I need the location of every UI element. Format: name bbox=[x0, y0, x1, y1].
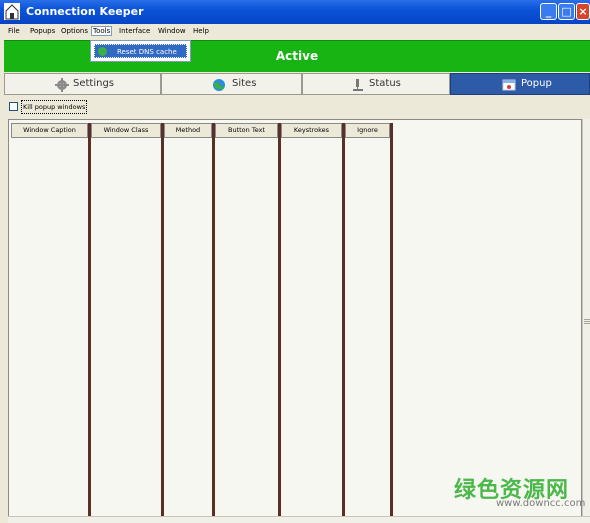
col-button-text[interactable]: Button Text bbox=[215, 123, 278, 138]
menu-tools[interactable]: Tools bbox=[90, 26, 113, 36]
menu-window[interactable]: Window bbox=[158, 27, 186, 35]
scroll-grip bbox=[584, 319, 590, 320]
col-keystrokes[interactable]: Keystrokes bbox=[281, 123, 342, 138]
column-divider[interactable] bbox=[278, 123, 281, 523]
scroll-grip bbox=[584, 323, 590, 324]
minimize-button[interactable]: _ bbox=[540, 3, 557, 20]
tools-dropdown-menu: Reset DNS cache bbox=[90, 40, 191, 62]
popup-icon bbox=[502, 79, 516, 91]
tab-settings[interactable]: Settings bbox=[4, 73, 161, 95]
app-house-icon bbox=[4, 3, 20, 20]
tab-status-label: Status bbox=[369, 78, 401, 89]
tab-status[interactable]: Status bbox=[302, 73, 450, 95]
tab-sites-label: Sites bbox=[232, 78, 257, 89]
tab-bar: Settings Sites Status Popup bbox=[4, 73, 590, 95]
reset-dns-cache-label: Reset DNS cache bbox=[117, 48, 177, 56]
menu-file[interactable]: File bbox=[8, 27, 20, 35]
window-title: Connection Keeper bbox=[26, 5, 144, 18]
dns-icon bbox=[98, 47, 107, 56]
col-window-class[interactable]: Window Class bbox=[91, 123, 161, 138]
menu-help[interactable]: Help bbox=[193, 27, 209, 35]
column-divider[interactable] bbox=[212, 123, 215, 523]
menu-options[interactable]: Options bbox=[61, 27, 88, 35]
tab-popup[interactable]: Popup bbox=[450, 73, 590, 95]
column-divider[interactable] bbox=[161, 123, 164, 523]
column-divider[interactable] bbox=[342, 123, 345, 523]
col-method[interactable]: Method bbox=[164, 123, 212, 138]
tab-settings-label: Settings bbox=[73, 78, 115, 89]
tab-sites[interactable]: Sites bbox=[161, 73, 302, 95]
menu-popups[interactable]: Popups bbox=[30, 27, 55, 35]
col-window-caption[interactable]: Window Caption bbox=[11, 123, 88, 138]
close-button[interactable]: × bbox=[576, 3, 590, 20]
tab-popup-label: Popup bbox=[521, 78, 552, 89]
scroll-grip bbox=[584, 321, 590, 322]
column-divider[interactable] bbox=[88, 123, 91, 523]
watermark-url: www.downcc.com bbox=[496, 498, 586, 509]
vertical-scrollbar[interactable] bbox=[582, 119, 590, 516]
reset-dns-cache-item[interactable]: Reset DNS cache bbox=[94, 44, 187, 58]
menu-interface[interactable]: Interface bbox=[119, 27, 150, 35]
microscope-icon bbox=[353, 79, 363, 91]
title-bar[interactable]: Connection Keeper _ □ × bbox=[0, 0, 590, 24]
menu-bar: File Popups Options Tools Interface Wind… bbox=[0, 24, 590, 40]
maximize-button[interactable]: □ bbox=[558, 3, 575, 20]
kill-popups-label[interactable]: Kill popup windows bbox=[21, 100, 88, 114]
col-ignore[interactable]: Ignore bbox=[345, 123, 390, 138]
gear-icon bbox=[55, 78, 69, 92]
globe-icon bbox=[213, 79, 225, 91]
popup-rules-list[interactable]: Window Caption Window Class Method Butto… bbox=[8, 119, 582, 523]
column-divider[interactable] bbox=[390, 123, 393, 523]
kill-popups-checkbox[interactable] bbox=[9, 102, 18, 111]
